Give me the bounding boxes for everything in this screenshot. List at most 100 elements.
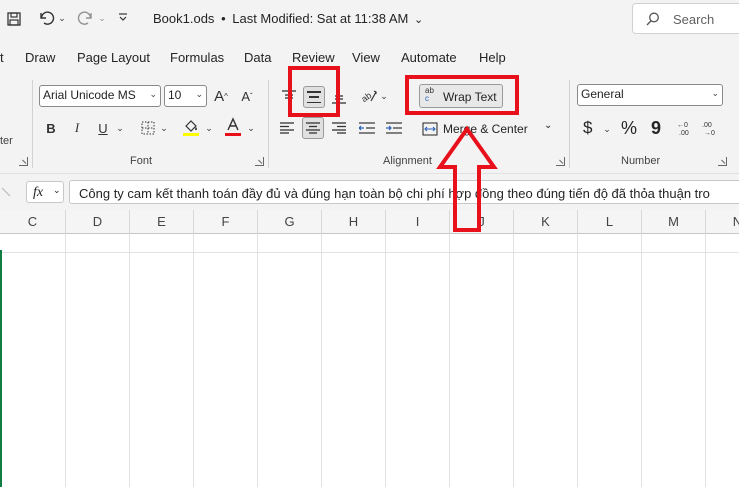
chevron-down-icon: ⌄ bbox=[195, 89, 203, 99]
red-arrow-icon bbox=[436, 125, 498, 232]
column-header-g[interactable]: G bbox=[258, 210, 322, 234]
fx-icon: fx bbox=[33, 185, 44, 200]
undo-icon[interactable] bbox=[36, 8, 56, 28]
underline-dropdown-icon[interactable]: ⌄ bbox=[115, 120, 125, 136]
borders-icon[interactable] bbox=[138, 118, 158, 138]
number-group-label: Number bbox=[621, 155, 661, 167]
column-header-n[interactable]: N bbox=[706, 210, 739, 234]
font-color-dropdown-icon[interactable]: ⌄ bbox=[246, 120, 256, 136]
align-center-icon[interactable] bbox=[302, 117, 324, 139]
gridline bbox=[641, 234, 642, 487]
font-size-value: 10 bbox=[168, 88, 182, 102]
clipboard-dialog-launcher-icon[interactable] bbox=[19, 157, 28, 166]
font-size-combo[interactable]: 10 ⌄ bbox=[164, 85, 207, 107]
tab-draw[interactable]: Draw bbox=[25, 50, 55, 65]
borders-dropdown-icon[interactable]: ⌄ bbox=[159, 120, 169, 136]
gridline bbox=[705, 234, 706, 487]
highlight-box-middle-align bbox=[288, 66, 340, 117]
document-title[interactable]: Book1.ods • Last Modified: Sat at 11:38 … bbox=[153, 11, 423, 26]
decrease-decimal-icon[interactable]: .00 →0 bbox=[700, 118, 720, 138]
search-icon bbox=[645, 11, 661, 27]
gridline bbox=[449, 234, 450, 487]
gridline bbox=[577, 234, 578, 487]
gridline bbox=[193, 234, 194, 487]
underline-icon[interactable]: U bbox=[94, 118, 112, 138]
clipboard-clipped-label: ter bbox=[0, 135, 13, 147]
worksheet-grid[interactable]: C D E F G H I J K L M N bbox=[0, 210, 739, 487]
column-header-e[interactable]: E bbox=[130, 210, 194, 234]
svg-text:ab: ab bbox=[360, 90, 373, 104]
chevron-down-icon: ⌄ bbox=[149, 89, 157, 99]
column-header-m[interactable]: M bbox=[642, 210, 706, 234]
align-right-icon[interactable] bbox=[330, 119, 348, 137]
insert-function-button[interactable]: fx ⌄ bbox=[26, 181, 64, 203]
number-format-combo[interactable]: General ⌄ bbox=[577, 84, 723, 106]
increase-font-size-icon[interactable]: A ^ bbox=[211, 86, 231, 106]
svg-text:.00: .00 bbox=[702, 122, 712, 129]
last-modified: Last Modified: Sat at 11:38 AM bbox=[232, 11, 409, 26]
tab-help[interactable]: Help bbox=[479, 50, 506, 65]
svg-text:→0: →0 bbox=[704, 130, 715, 137]
tab-formulas[interactable]: Formulas bbox=[170, 50, 224, 65]
column-header-c[interactable]: C bbox=[0, 210, 66, 234]
alignment-dialog-launcher-icon[interactable] bbox=[556, 157, 565, 166]
font-name-combo[interactable]: Arial Unicode MS ⌄ bbox=[39, 85, 161, 107]
column-header-f[interactable]: F bbox=[194, 210, 258, 234]
fill-color-icon[interactable] bbox=[181, 116, 201, 138]
title-chevron-down-icon: ⌄ bbox=[413, 14, 424, 26]
column-header-k[interactable]: K bbox=[514, 210, 578, 234]
decrease-indent-icon[interactable] bbox=[358, 119, 376, 137]
merge-dropdown-icon[interactable]: ⌄ bbox=[544, 120, 552, 131]
fx-chevron-down-icon: ⌄ bbox=[53, 185, 61, 195]
comma-style-icon[interactable]: 9 bbox=[651, 118, 661, 139]
cancel-entry-icon[interactable] bbox=[0, 183, 14, 201]
formula-content: Công ty cam kết thanh toán đầy đủ và đún… bbox=[79, 186, 710, 201]
redo-icon[interactable] bbox=[76, 8, 96, 28]
column-header-h[interactable]: H bbox=[322, 210, 386, 234]
orientation-icon[interactable]: ab bbox=[359, 86, 379, 106]
formula-input[interactable]: Công ty cam kết thanh toán đầy đủ và đún… bbox=[69, 180, 739, 204]
search-placeholder: Search bbox=[673, 12, 715, 27]
tab-automate[interactable]: Automate bbox=[401, 50, 457, 65]
ribbon: ter Arial Unicode MS ⌄ 10 ⌄ A ^ Aˇ B I U … bbox=[0, 74, 739, 174]
bold-icon[interactable]: B bbox=[42, 118, 60, 138]
ribbon-tabs: t Draw Page Layout Formulas Data Review … bbox=[0, 38, 739, 74]
increase-indent-icon[interactable] bbox=[385, 119, 403, 137]
undo-dropdown-icon[interactable]: ⌄ bbox=[57, 10, 67, 26]
chevron-down-icon: ⌄ bbox=[711, 88, 719, 98]
gridline bbox=[385, 234, 386, 487]
currency-format-icon[interactable]: $ bbox=[583, 118, 592, 138]
number-dialog-launcher-icon[interactable] bbox=[718, 157, 727, 166]
gridline bbox=[513, 234, 514, 487]
increase-decimal-icon[interactable]: ←0.00 bbox=[676, 118, 696, 138]
decrease-font-size-icon[interactable]: Aˇ bbox=[237, 86, 257, 106]
tab-page-layout[interactable]: Page Layout bbox=[77, 50, 150, 65]
fill-color-dropdown-icon[interactable]: ⌄ bbox=[204, 120, 214, 136]
percent-format-icon[interactable]: % bbox=[621, 118, 637, 139]
gridline bbox=[321, 234, 322, 487]
redo-dropdown-icon[interactable]: ⌄ bbox=[97, 10, 107, 26]
customize-toolbar-icon[interactable] bbox=[116, 9, 130, 25]
font-color-icon[interactable] bbox=[223, 116, 243, 138]
align-left-icon[interactable] bbox=[278, 119, 296, 137]
search-box[interactable]: Search bbox=[632, 3, 739, 34]
orientation-dropdown-icon[interactable]: ⌄ bbox=[379, 88, 389, 104]
title-separator: • bbox=[221, 11, 226, 26]
gridline bbox=[257, 234, 258, 487]
title-bar: ⌄ ⌄ Book1.ods • Last Modified: Sat at 11… bbox=[0, 0, 739, 38]
tab-insert[interactable]: t bbox=[0, 50, 4, 65]
tab-review[interactable]: Review bbox=[292, 50, 335, 65]
separator bbox=[268, 80, 269, 168]
currency-dropdown-icon[interactable]: ⌄ bbox=[602, 121, 612, 137]
column-header-l[interactable]: L bbox=[578, 210, 642, 234]
column-header-d[interactable]: D bbox=[66, 210, 130, 234]
svg-text:←0: ←0 bbox=[677, 122, 688, 129]
italic-icon[interactable]: I bbox=[68, 118, 86, 138]
formula-bar: fx ⌄ Công ty cam kết thanh toán đầy đủ v… bbox=[0, 174, 739, 210]
font-dialog-launcher-icon[interactable] bbox=[255, 157, 264, 166]
tab-view[interactable]: View bbox=[352, 50, 380, 65]
separator bbox=[569, 80, 570, 168]
gridline bbox=[129, 234, 130, 487]
tab-data[interactable]: Data bbox=[244, 50, 271, 65]
save-icon[interactable] bbox=[4, 9, 24, 29]
